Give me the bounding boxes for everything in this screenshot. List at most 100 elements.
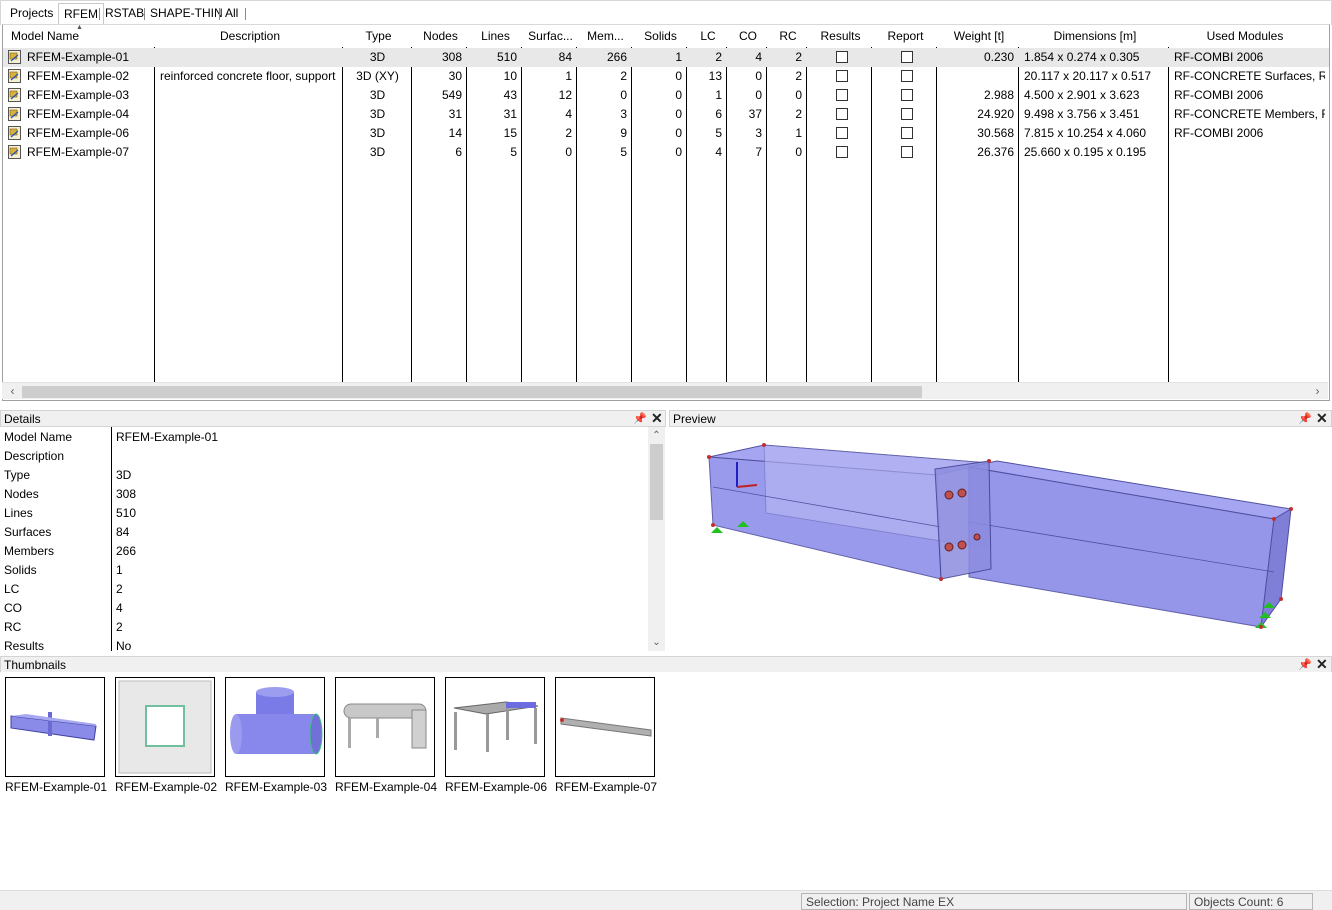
thumbnail-item[interactable]: RFEM-Example-06	[445, 677, 547, 794]
scroll-right-icon[interactable]: ›	[1309, 383, 1326, 400]
details-panel-header: Details 📌 ✕	[0, 410, 666, 427]
cell-lines: 10	[503, 69, 517, 83]
thumbnail-item[interactable]: RFEM-Example-01	[5, 677, 107, 794]
pin-icon[interactable]: 📌	[1298, 657, 1312, 673]
thumbnail-image[interactable]	[5, 677, 105, 777]
results-checkbox[interactable]	[836, 51, 848, 63]
report-checkbox[interactable]	[901, 108, 913, 120]
cell-co: 3	[755, 126, 762, 140]
model-tab-bar: Projects RFEM RSTAB SHAPE-THIN All	[0, 0, 1332, 25]
thumbnails-panel-header: Thumbnails 📌 ✕	[0, 656, 1332, 673]
thumbnail-item[interactable]: RFEM-Example-04	[335, 677, 437, 794]
close-icon[interactable]: ✕	[1316, 656, 1328, 672]
details-panel: Model Name RFEM-Example-01 Description Type…	[0, 427, 665, 651]
grid-horizontal-scrollbar[interactable]: ‹ ›	[2, 382, 1328, 399]
cell-type: 3D	[369, 126, 386, 140]
tab-rstab[interactable]: RSTAB	[100, 5, 149, 22]
scrollbar-thumb[interactable]	[22, 386, 922, 398]
scroll-up-icon[interactable]: ⌃	[648, 427, 665, 444]
cell-nodes: 549	[441, 88, 462, 102]
cell-lc: 2	[715, 50, 722, 64]
col-header-type[interactable]: Type	[344, 25, 413, 47]
cell-dimensions: 25.660 x 0.195 x 0.195	[1024, 145, 1147, 159]
col-header-solids[interactable]: Solids	[633, 25, 688, 47]
cell-solids: 0	[675, 145, 682, 159]
col-header-results[interactable]: Results	[808, 25, 873, 47]
cell-type: 3D (XY)	[356, 69, 399, 83]
close-icon[interactable]: ✕	[1316, 410, 1328, 426]
cell-description	[156, 105, 342, 124]
cell-description: reinforced concrete floor, support	[160, 69, 336, 83]
table-row[interactable]: RFEM-Example-03 3D 549 43 12 0 0 1 0 0 2.988 4.500 …	[3, 86, 1329, 105]
cell-surfaces: 2	[565, 126, 572, 140]
model-preview-viewport[interactable]	[669, 427, 1332, 652]
tab-rfem[interactable]: RFEM	[58, 3, 104, 25]
tab-all[interactable]: All	[220, 5, 243, 22]
details-label: CO	[4, 601, 22, 615]
results-checkbox[interactable]	[836, 146, 848, 158]
col-header-weight[interactable]: Weight [t]	[938, 25, 1020, 47]
table-row[interactable]: RFEM-Example-01 3D 308 510 84 266 1 2 4 2 0.230 1.8…	[3, 48, 1329, 67]
col-header-lc[interactable]: LC	[688, 25, 728, 47]
thumbnail-image[interactable]	[445, 677, 545, 777]
table-row[interactable]: RFEM-Example-07 3D 6 5 0 5 0 4 7 0 26.376 25.660 x …	[3, 143, 1329, 162]
col-header-report[interactable]: Report	[873, 25, 938, 47]
results-checkbox[interactable]	[836, 70, 848, 82]
cell-members: 9	[620, 126, 627, 140]
thumbnail-item[interactable]: RFEM-Example-07	[555, 677, 657, 794]
report-checkbox[interactable]	[901, 146, 913, 158]
thumbnail-image[interactable]	[335, 677, 435, 777]
report-checkbox[interactable]	[901, 127, 913, 139]
table-row[interactable]: RFEM-Example-02 reinforced concrete floor…	[3, 67, 1329, 86]
col-header-lines[interactable]: Lines	[468, 25, 523, 47]
status-objects-count: Objects Count: 6	[1189, 893, 1313, 910]
results-checkbox[interactable]	[836, 127, 848, 139]
col-header-nodes[interactable]: Nodes	[413, 25, 468, 47]
models-grid: Model Name ▲ Description Type Nodes Line…	[2, 24, 1330, 401]
col-header-co[interactable]: CO	[728, 25, 768, 47]
cell-members: 2	[620, 69, 627, 83]
cell-used-modules: RF-COMBI 2006	[1174, 50, 1264, 64]
results-checkbox[interactable]	[836, 108, 848, 120]
cell-rc: 2	[795, 69, 802, 83]
table-row[interactable]: RFEM-Example-06 3D 14 15 2 9 0 5 3 1 30.568 7.815 x…	[3, 124, 1329, 143]
tab-projects[interactable]: Projects	[5, 5, 58, 22]
col-header-members[interactable]: Mem...	[578, 25, 633, 47]
thumbnail-image[interactable]	[225, 677, 325, 777]
close-icon[interactable]: ✕	[651, 410, 663, 426]
col-header-rc[interactable]: RC	[768, 25, 808, 47]
cell-nodes: 30	[448, 69, 462, 83]
cell-surfaces: 12	[558, 88, 572, 102]
details-vertical-scrollbar[interactable]: ⌃ ⌄	[648, 427, 665, 651]
col-header-surfaces[interactable]: Surfac...	[523, 25, 578, 47]
scroll-left-icon[interactable]: ‹	[4, 383, 21, 400]
thumbnail-image[interactable]	[115, 677, 215, 777]
cell-weight: 2.988	[983, 88, 1014, 102]
report-checkbox[interactable]	[901, 70, 913, 82]
thumbnail-image[interactable]	[555, 677, 655, 777]
report-checkbox[interactable]	[901, 89, 913, 101]
col-header-dimensions[interactable]: Dimensions [m]	[1020, 25, 1170, 47]
scroll-down-icon[interactable]: ⌄	[648, 634, 665, 651]
details-row: Solids 1	[0, 561, 648, 580]
cell-dimensions: 4.500 x 2.901 x 3.623	[1024, 88, 1140, 102]
report-checkbox[interactable]	[901, 51, 913, 63]
thumbnail-label: RFEM-Example-04	[334, 780, 438, 794]
cell-model-name: RFEM-Example-03	[27, 88, 130, 102]
cell-dimensions: 7.815 x 10.254 x 4.060	[1024, 126, 1147, 140]
thumbnail-item[interactable]: RFEM-Example-03	[225, 677, 327, 794]
pin-icon[interactable]: 📌	[633, 411, 647, 427]
cell-lines: 31	[503, 107, 517, 121]
pin-icon[interactable]: 📌	[1298, 411, 1312, 427]
cell-lc: 13	[708, 69, 722, 83]
rfem-model-file-icon	[8, 145, 22, 159]
col-header-description[interactable]: Description	[156, 25, 344, 47]
thumbnail-item[interactable]: RFEM-Example-02	[115, 677, 217, 794]
col-header-used-modules[interactable]: Used Modules	[1170, 25, 1320, 47]
cell-nodes: 14	[448, 126, 462, 140]
scrollbar-thumb[interactable]	[650, 444, 663, 520]
results-checkbox[interactable]	[836, 89, 848, 101]
table-row[interactable]: RFEM-Example-04 3D 31 31 4 3 0 6 37 2 24.920 9.498 …	[3, 105, 1329, 124]
status-selection: Selection: Project Name EX	[801, 893, 1187, 910]
tab-shape-thin[interactable]: SHAPE-THIN	[145, 5, 228, 22]
